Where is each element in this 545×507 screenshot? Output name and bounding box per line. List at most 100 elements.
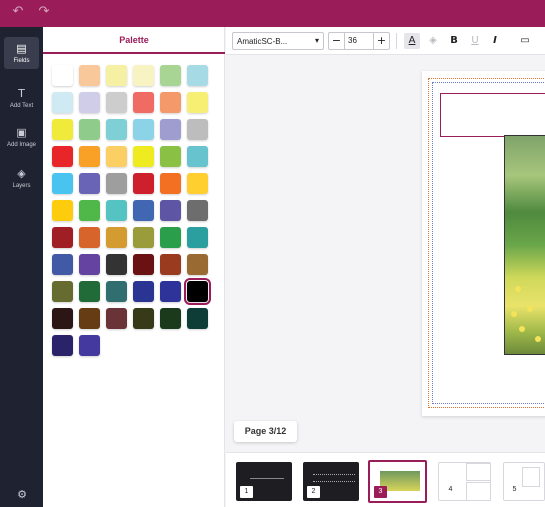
color-swatch[interactable] bbox=[79, 146, 100, 167]
color-swatch[interactable] bbox=[160, 146, 181, 167]
color-swatch[interactable] bbox=[187, 227, 208, 248]
color-swatch[interactable] bbox=[187, 308, 208, 329]
color-swatch[interactable] bbox=[52, 173, 73, 194]
text-toolbar: AmaticSC-B... ▾ − 36 + A ◈ B U I ▭ bbox=[226, 27, 545, 55]
page-canvas[interactable] bbox=[422, 71, 545, 416]
color-swatch[interactable] bbox=[106, 119, 127, 140]
color-swatch[interactable] bbox=[52, 65, 73, 86]
sidebar-item-label: Fields bbox=[13, 58, 30, 64]
page-thumbnail-2[interactable]: 2 bbox=[303, 462, 359, 501]
color-swatch[interactable] bbox=[160, 65, 181, 86]
sidebar-item-add-text[interactable]: T Add Text bbox=[4, 82, 39, 114]
color-swatch[interactable] bbox=[52, 335, 73, 356]
redo-icon[interactable]: ↷ bbox=[37, 5, 51, 19]
color-swatch[interactable] bbox=[133, 281, 154, 302]
sidebar-item-layers[interactable]: ◈ Layers bbox=[4, 162, 39, 194]
color-swatch[interactable] bbox=[160, 281, 181, 302]
fill-color-icon[interactable]: ◈ bbox=[425, 33, 441, 49]
color-swatch[interactable] bbox=[160, 173, 181, 194]
color-swatch[interactable] bbox=[160, 308, 181, 329]
undo-icon[interactable]: ↶ bbox=[11, 5, 25, 19]
color-swatch[interactable] bbox=[106, 308, 127, 329]
color-swatch[interactable] bbox=[79, 227, 100, 248]
color-swatch[interactable] bbox=[52, 146, 73, 167]
color-swatch[interactable] bbox=[106, 227, 127, 248]
color-swatch[interactable] bbox=[106, 200, 127, 221]
color-swatch[interactable] bbox=[52, 308, 73, 329]
font-size-input[interactable]: 36 bbox=[346, 33, 373, 49]
color-swatch[interactable] bbox=[106, 173, 127, 194]
palette-panel: Palette bbox=[43, 27, 225, 507]
color-swatch[interactable] bbox=[133, 308, 154, 329]
gear-icon[interactable]: ⚙ bbox=[15, 488, 29, 502]
page-thumbnail-3[interactable]: 3 bbox=[368, 460, 427, 503]
color-swatch[interactable] bbox=[106, 146, 127, 167]
color-swatch[interactable] bbox=[79, 92, 100, 113]
color-swatch[interactable] bbox=[79, 254, 100, 275]
color-swatch[interactable] bbox=[133, 119, 154, 140]
color-swatch[interactable] bbox=[160, 200, 181, 221]
page-thumbnail-5[interactable]: 5 bbox=[503, 462, 545, 501]
text-field-box[interactable] bbox=[440, 93, 545, 137]
font-family-value: AmaticSC-B... bbox=[237, 37, 288, 46]
color-swatch[interactable] bbox=[79, 119, 100, 140]
color-swatch[interactable] bbox=[106, 254, 127, 275]
color-swatch[interactable] bbox=[133, 173, 154, 194]
italic-button[interactable]: I bbox=[487, 33, 503, 49]
color-swatch[interactable] bbox=[52, 227, 73, 248]
color-swatch[interactable] bbox=[187, 92, 208, 113]
color-swatch[interactable] bbox=[133, 65, 154, 86]
color-swatch[interactable] bbox=[160, 227, 181, 248]
color-swatch[interactable] bbox=[160, 254, 181, 275]
font-family-select[interactable]: AmaticSC-B... ▾ bbox=[232, 32, 324, 50]
save-icon[interactable]: ▭ bbox=[517, 33, 533, 49]
color-swatch[interactable] bbox=[106, 281, 127, 302]
color-swatch[interactable] bbox=[79, 65, 100, 86]
color-swatch[interactable] bbox=[187, 65, 208, 86]
color-swatch[interactable] bbox=[133, 254, 154, 275]
color-swatch[interactable] bbox=[79, 335, 100, 356]
color-swatch[interactable] bbox=[187, 119, 208, 140]
color-swatch[interactable] bbox=[187, 200, 208, 221]
sidebar-item-fields[interactable]: ▤ Fields bbox=[4, 37, 39, 69]
color-swatch[interactable] bbox=[187, 173, 208, 194]
color-swatch[interactable] bbox=[160, 92, 181, 113]
color-swatch[interactable] bbox=[133, 146, 154, 167]
fields-icon: ▤ bbox=[16, 42, 27, 55]
color-swatch[interactable] bbox=[133, 200, 154, 221]
color-swatch[interactable] bbox=[52, 281, 73, 302]
color-swatch[interactable] bbox=[52, 92, 73, 113]
image-icon: ▣ bbox=[16, 126, 27, 139]
thumbnail-title-text bbox=[313, 474, 355, 482]
underline-button[interactable]: U bbox=[467, 33, 483, 49]
color-swatch[interactable] bbox=[184, 278, 211, 305]
color-swatch[interactable] bbox=[52, 200, 73, 221]
color-swatch[interactable] bbox=[52, 119, 73, 140]
color-swatch[interactable] bbox=[79, 308, 100, 329]
page-indicator[interactable]: Page 3/12 bbox=[234, 421, 297, 442]
color-swatch[interactable] bbox=[160, 119, 181, 140]
color-swatch[interactable] bbox=[133, 227, 154, 248]
color-swatch[interactable] bbox=[79, 281, 100, 302]
thumbnail-cell bbox=[466, 482, 491, 501]
page-thumbnail-1[interactable]: 1 bbox=[236, 462, 292, 501]
color-swatch[interactable] bbox=[187, 254, 208, 275]
page-number-badge: 4 bbox=[448, 486, 453, 493]
photo-field[interactable] bbox=[504, 135, 545, 355]
color-swatch[interactable] bbox=[79, 173, 100, 194]
page-thumbnail-4[interactable]: 4 bbox=[438, 462, 491, 501]
increase-font-size-button[interactable]: + bbox=[373, 33, 389, 49]
color-swatch[interactable] bbox=[133, 92, 154, 113]
sidebar-item-add-image[interactable]: ▣ Add Image bbox=[4, 121, 39, 153]
text-icon: T bbox=[18, 87, 25, 100]
color-swatch-grid bbox=[52, 65, 222, 356]
color-swatch[interactable] bbox=[106, 65, 127, 86]
decrease-font-size-button[interactable]: − bbox=[329, 33, 345, 49]
color-swatch[interactable] bbox=[106, 92, 127, 113]
layers-icon: ◈ bbox=[17, 167, 26, 180]
color-swatch[interactable] bbox=[52, 254, 73, 275]
color-swatch[interactable] bbox=[79, 200, 100, 221]
bold-button[interactable]: B bbox=[446, 33, 462, 49]
text-color-button[interactable]: A bbox=[404, 33, 420, 49]
color-swatch[interactable] bbox=[187, 146, 208, 167]
